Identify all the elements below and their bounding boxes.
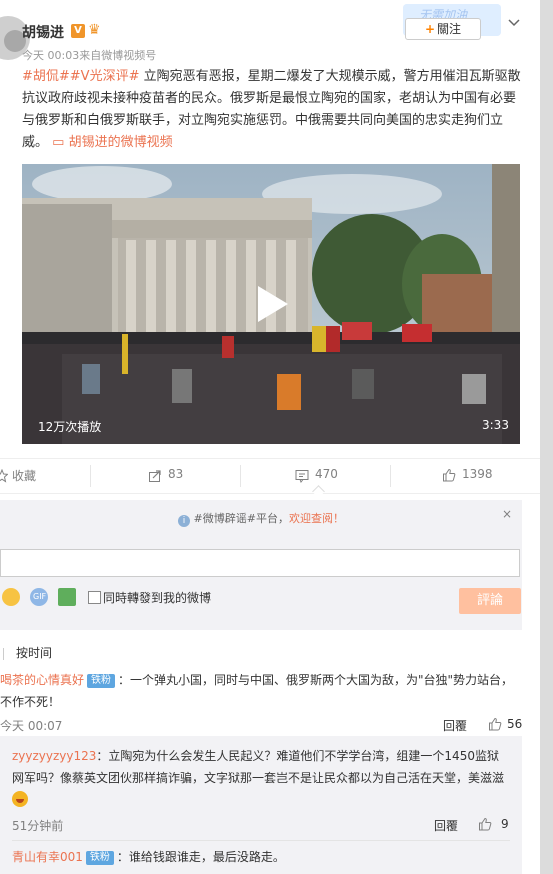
- reply-reply-button[interactable]: 回覆: [434, 817, 458, 834]
- play-icon[interactable]: [252, 284, 292, 324]
- comment-count[interactable]: 470: [315, 467, 338, 481]
- comment-input[interactable]: [0, 549, 520, 577]
- comment-item: 喝茶的心情真好 铁粉 ：一个弹丸小国，同时与中国、俄罗斯两个大国为敌，为"台独"势力…: [0, 669, 520, 713]
- comment-time: 今天 00:07: [0, 719, 63, 733]
- favorite-button[interactable]: 收藏: [12, 467, 36, 484]
- reply-item: zyyzyyzyy123：立陶宛为什么会发生人民起义？难道他们不学学台湾，组建一…: [12, 745, 510, 811]
- emoji-icon[interactable]: [2, 588, 20, 606]
- image-icon[interactable]: [58, 588, 76, 606]
- sort-by-time[interactable]: 按时间: [16, 644, 52, 661]
- info-icon: i: [178, 515, 191, 527]
- reply-user[interactable]: zyyzyyzyy123: [12, 749, 96, 763]
- video-link[interactable]: ▭ 胡锡进的微博视频: [52, 135, 172, 150]
- repost-checkbox[interactable]: [88, 591, 101, 604]
- like-count[interactable]: 1398: [462, 467, 493, 481]
- reply-text: ：谁给钱跟谁走，最后没路走。: [116, 850, 285, 864]
- comment-like-count[interactable]: 56: [507, 717, 522, 731]
- comment-icon[interactable]: [295, 469, 309, 483]
- chevron-down-icon[interactable]: [507, 16, 521, 30]
- post-text: #胡侃##V光深评# 立陶宛恶有恶报，星期二爆发了大规模示威，警方用催泪瓦斯驱散…: [22, 66, 522, 154]
- video-link-icon: ▭: [52, 135, 69, 150]
- submit-comment-button[interactable]: 評論: [459, 588, 521, 614]
- repost-count[interactable]: 83: [168, 467, 183, 481]
- like-icon[interactable]: [442, 468, 456, 482]
- rumor-notice: i #微博辟谣#平台，欢迎查阅！: [0, 510, 522, 527]
- thumb-up-icon[interactable]: [478, 817, 492, 831]
- star-icon[interactable]: [0, 469, 8, 483]
- weibo-post-card: 胡锡进 V ♛ 今天 00:03来自微博视频号 无需加油 + 關注 #胡侃##V光…: [0, 0, 540, 874]
- crown-icon: ♛: [88, 22, 101, 38]
- reply-button[interactable]: 回覆: [443, 717, 467, 734]
- follow-button[interactable]: + 關注: [405, 18, 481, 40]
- reply-divider: [12, 840, 510, 841]
- repost-checkbox-label: 同時轉發到我的微博: [103, 591, 212, 605]
- action-bar: 收藏 83 470 1398: [0, 458, 540, 498]
- thumb-up-icon[interactable]: [488, 717, 502, 731]
- video-player[interactable]: 12万次播放 3:33: [22, 164, 520, 444]
- fan-badge: 铁粉: [85, 851, 114, 865]
- notice-close-button[interactable]: ×: [502, 507, 512, 521]
- repost-icon[interactable]: [148, 469, 162, 483]
- comment-user[interactable]: 喝茶的心情真好: [0, 673, 84, 687]
- reply-like-count[interactable]: 9: [501, 817, 509, 831]
- page-scrollbar[interactable]: [540, 0, 553, 874]
- comment-composer: i #微博辟谣#平台，欢迎查阅！ × GIF 同時轉發到我的微博 評論: [0, 500, 522, 630]
- view-count: 12万次播放: [38, 420, 102, 434]
- notice-link[interactable]: 欢迎查阅！: [289, 512, 344, 525]
- author-name[interactable]: 胡锡进: [22, 22, 64, 42]
- video-duration: 3:33: [482, 418, 509, 432]
- reply-time: 51分钟前: [12, 819, 64, 833]
- fan-badge: 铁粉: [87, 674, 116, 688]
- reply-item: 青山有幸001 铁粉 ：谁给钱跟谁走，最后没路走。: [12, 846, 510, 868]
- active-tab-pointer: [312, 485, 325, 498]
- laugh-emoji-icon: [12, 791, 28, 807]
- hashtag-link[interactable]: #胡侃##V光深评#: [22, 69, 139, 84]
- reply-user[interactable]: 青山有幸001: [12, 850, 83, 864]
- post-meta: 今天 00:03来自微博视频号: [22, 49, 157, 62]
- plus-icon: +: [424, 22, 436, 36]
- verified-badge-icon: V: [71, 24, 85, 38]
- gif-icon[interactable]: GIF: [30, 588, 48, 606]
